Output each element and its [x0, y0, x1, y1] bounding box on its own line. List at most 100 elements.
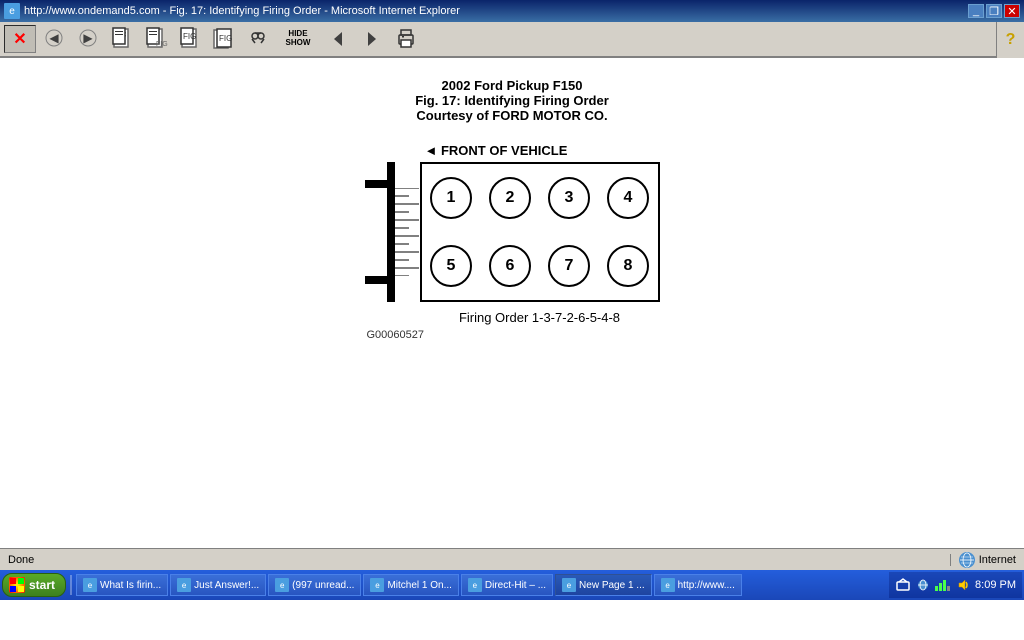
taskbar-item-5-label: Direct-Hit – ... [485, 580, 546, 591]
fig4-button[interactable]: FIG [208, 25, 240, 53]
tick-marks [394, 188, 419, 276]
cylinder-4-circle: 4 [607, 177, 649, 219]
page-title-line3: Courtesy of FORD MOTOR CO. [20, 108, 1004, 123]
fig1-icon [110, 27, 134, 51]
system-tray: 8:09 PM [889, 572, 1022, 598]
print-icon [394, 27, 418, 51]
status-bar: Done Internet [0, 548, 1024, 570]
cylinder-7-circle: 7 [548, 245, 590, 287]
hideshow-button[interactable]: HIDESHOW [276, 25, 320, 53]
cylinder-5: 5 [422, 232, 481, 300]
svg-text:▶: ▶ [83, 31, 93, 45]
taskbar-item-3-icon: e [275, 578, 289, 592]
forward-button[interactable]: ▶ [72, 25, 104, 53]
svg-text:FIG: FIG [219, 34, 232, 43]
restore-button[interactable]: ❐ [986, 4, 1002, 18]
title-bar-text: http://www.ondemand5.com - Fig. 17: Iden… [24, 5, 460, 17]
taskbar-item-2-label: Just Answer!... [194, 580, 259, 591]
cylinder-2: 2 [481, 164, 540, 232]
next-page-button[interactable] [356, 25, 388, 53]
taskbar-item-1-icon: e [83, 578, 97, 592]
cylinder-3-circle: 3 [548, 177, 590, 219]
cylinder-block: 1 2 3 4 5 6 [420, 162, 660, 302]
cylinder-5-circle: 5 [430, 245, 472, 287]
hideshow-label: HIDESHOW [286, 30, 311, 48]
front-of-vehicle-label: ◄ FRONT OF VEHICLE [425, 143, 660, 158]
fig3-button[interactable]: FIG [174, 25, 206, 53]
taskbar-item-6-label: New Page 1 ... [579, 580, 645, 591]
taskbar-item-5[interactable]: e Direct-Hit – ... [461, 574, 553, 596]
system-clock: 8:09 PM [975, 579, 1016, 591]
taskbar-item-1-label: What Is firin... [100, 580, 161, 591]
cylinder-8-circle: 8 [607, 245, 649, 287]
prev-page-button[interactable] [322, 25, 354, 53]
zone-label: Internet [979, 554, 1016, 566]
taskbar-item-5-icon: e [468, 578, 482, 592]
stop-icon: ✕ [13, 29, 26, 49]
taskbar: start e What Is firin... e Just Answer!.… [0, 570, 1024, 600]
taskbar-item-3-label: (997 unread... [292, 580, 354, 591]
fig4-icon: FIG [212, 27, 236, 51]
help-button[interactable]: ? [996, 22, 1024, 58]
cylinder-7: 7 [540, 232, 599, 300]
fig2-button[interactable]: FIG [140, 25, 172, 53]
fig2-icon: FIG [144, 27, 168, 51]
svg-text:◀: ◀ [49, 31, 59, 45]
toolbar: ✕ ◀ ▶ FIG [0, 22, 1024, 58]
crankshaft-diagram [365, 162, 420, 302]
taskbar-item-7[interactable]: e http://www.... [654, 574, 742, 596]
fig3-icon: FIG [178, 27, 202, 51]
close-window-button[interactable]: ✕ [1004, 4, 1020, 18]
title-bar: e http://www.ondemand5.com - Fig. 17: Id… [0, 0, 1024, 22]
systray-icon-2 [915, 577, 931, 593]
taskbar-item-3[interactable]: e (997 unread... [268, 574, 361, 596]
engine-diagram: 1 2 3 4 5 6 [365, 162, 660, 302]
taskbar-separator [70, 575, 72, 595]
cylinder-6: 6 [481, 232, 540, 300]
print-button[interactable] [390, 25, 422, 53]
cylinder-6-circle: 6 [489, 245, 531, 287]
zone-icon [959, 552, 975, 568]
cylinder-2-circle: 2 [489, 177, 531, 219]
find-button[interactable] [242, 25, 274, 53]
fig1-button[interactable] [106, 25, 138, 53]
page-title-line1: 2002 Ford Pickup F150 [20, 78, 1004, 93]
cylinder-3: 3 [540, 164, 599, 232]
cylinder-8: 8 [599, 232, 658, 300]
cylinder-4: 4 [599, 164, 658, 232]
systray-icon-1 [895, 577, 911, 593]
forward-icon: ▶ [78, 28, 98, 51]
taskbar-item-1[interactable]: e What Is firin... [76, 574, 168, 596]
systray-icon-network [935, 577, 951, 593]
start-label: start [29, 578, 55, 592]
taskbar-item-7-icon: e [661, 578, 675, 592]
cylinder-1-circle: 1 [430, 177, 472, 219]
page-content: 2002 Ford Pickup F150 Fig. 17: Identifyi… [0, 58, 1024, 381]
stop-button[interactable]: ✕ [4, 25, 36, 53]
page-title-line2: Fig. 17: Identifying Firing Order [20, 93, 1004, 108]
taskbar-item-7-label: http://www.... [678, 580, 735, 591]
taskbar-item-6-icon: e [562, 578, 576, 592]
taskbar-item-2-icon: e [177, 578, 191, 592]
taskbar-item-4[interactable]: e Mitchel 1 On... [363, 574, 458, 596]
windows-logo [9, 577, 25, 593]
systray-icon-volume [955, 577, 971, 593]
content-area: 2002 Ford Pickup F150 Fig. 17: Identifyi… [0, 58, 1024, 548]
taskbar-item-6[interactable]: e New Page 1 ... [555, 574, 652, 596]
status-text: Done [0, 554, 951, 566]
back-button[interactable]: ◀ [38, 25, 70, 53]
start-button[interactable]: start [2, 573, 66, 597]
back-icon: ◀ [44, 28, 64, 51]
diagram-container: ◄ FRONT OF VEHICLE [365, 143, 660, 341]
zone-area: Internet [951, 552, 1024, 568]
browser-icon: e [4, 3, 20, 19]
title-bar-left: e http://www.ondemand5.com - Fig. 17: Id… [4, 3, 460, 19]
cylinder-1: 1 [422, 164, 481, 232]
prev-icon [328, 29, 348, 49]
taskbar-item-2[interactable]: e Just Answer!... [170, 574, 266, 596]
minimize-button[interactable]: _ [968, 4, 984, 18]
crank-bottom-arm [365, 276, 395, 284]
svg-text:FIG: FIG [183, 32, 196, 41]
taskbar-item-4-icon: e [370, 578, 384, 592]
next-icon [362, 29, 382, 49]
